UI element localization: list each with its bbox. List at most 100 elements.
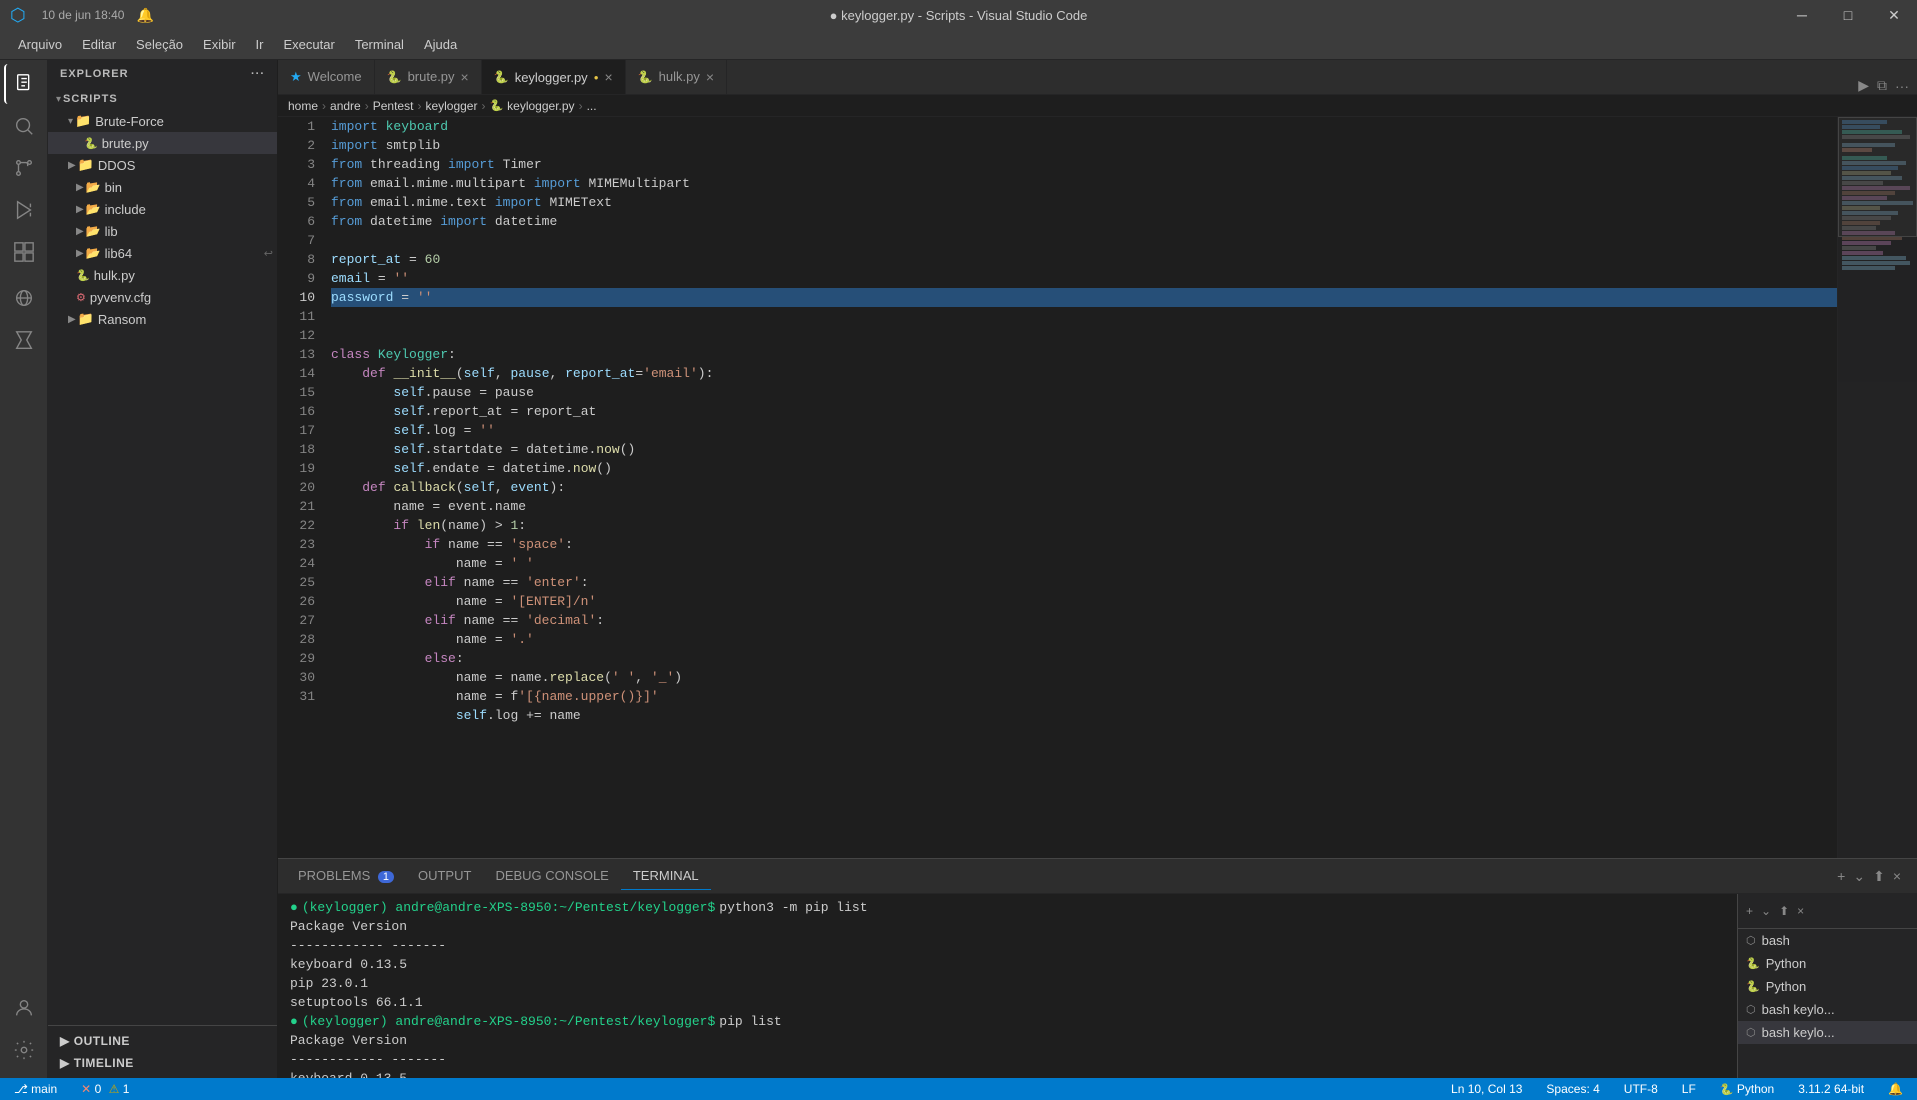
outline-section[interactable]: ▶ OUTLINE xyxy=(48,1030,277,1052)
sidebar-item-lib[interactable]: ▶ 📂 lib xyxy=(48,220,277,242)
terminal-entry-bash-keylo1[interactable]: ⬡ bash keylo... xyxy=(1738,998,1917,1021)
panel-right-icons: + ⌄ ⬆ × xyxy=(1746,904,1804,918)
code-editor[interactable]: import keyboard import smtplib from thre… xyxy=(323,117,1837,858)
sidebar-item-hulk-py[interactable]: 🐍 hulk.py xyxy=(48,264,277,286)
panel-more-icon[interactable]: ⌄ xyxy=(1853,868,1865,885)
panel-tab-problems[interactable]: PROBLEMS 1 xyxy=(286,862,406,890)
breadcrumb-ellipsis[interactable]: ... xyxy=(587,99,597,113)
lib64-arrow-right: ↩ xyxy=(264,247,273,260)
panel-right-close-icon[interactable]: × xyxy=(1797,904,1804,918)
term-cmd: python3 -m pip list xyxy=(719,898,867,917)
include-chevron: ▶ xyxy=(76,204,84,215)
panel-tab-output[interactable]: OUTPUT xyxy=(406,862,483,890)
panel-add-icon[interactable]: + xyxy=(1837,868,1845,884)
warning-icon: ⚠ xyxy=(109,1082,120,1096)
panel-close-icon[interactable]: × xyxy=(1893,868,1901,884)
timeline-section[interactable]: ▶ TIMELINE xyxy=(48,1052,277,1074)
breadcrumb-keylogger-folder[interactable]: keylogger xyxy=(425,99,477,113)
split-editor-icon[interactable]: ⧉ xyxy=(1877,77,1887,94)
terminal-line: keyboard 0.13.5 xyxy=(290,955,1725,974)
activitybar-run[interactable] xyxy=(4,190,44,230)
menu-go[interactable]: Ir xyxy=(248,33,272,56)
activitybar-bottom xyxy=(4,988,44,1078)
more-actions-icon[interactable]: ··· xyxy=(1895,78,1909,94)
close-button[interactable]: ✕ xyxy=(1871,0,1917,30)
brute-py-label: brute.py xyxy=(102,136,149,151)
terminal-entry-bash-keylo2[interactable]: ⬡ bash keylo... xyxy=(1738,1021,1917,1044)
status-python-version[interactable]: 3.11.2 64-bit xyxy=(1794,1082,1868,1096)
minimap xyxy=(1837,117,1917,858)
breadcrumb-home[interactable]: home xyxy=(288,99,318,113)
sidebar-item-lib64[interactable]: ▶ 📂 lib64 ↩ xyxy=(48,242,277,264)
terminal-entry-bash1[interactable]: ⬡ bash xyxy=(1738,929,1917,952)
sidebar-scripts-label[interactable]: ▾ SCRIPTS xyxy=(48,88,277,110)
status-spaces[interactable]: Spaces: 4 xyxy=(1542,1082,1603,1096)
activitybar-search[interactable] xyxy=(4,106,44,146)
status-branch[interactable]: ⎇ main xyxy=(10,1082,61,1096)
breadcrumb-pentest[interactable]: Pentest xyxy=(373,99,414,113)
activitybar-source-control[interactable] xyxy=(4,148,44,188)
status-language[interactable]: 🐍 Python xyxy=(1716,1082,1778,1096)
status-notifications-icon[interactable]: 🔔 xyxy=(1884,1082,1907,1096)
panel-tab-debug-console[interactable]: DEBUG CONSOLE xyxy=(483,862,620,890)
bash1-label: bash xyxy=(1762,933,1790,948)
breadcrumb-andre[interactable]: andre xyxy=(330,99,361,113)
maximize-button[interactable]: □ xyxy=(1825,0,1871,30)
sidebar-item-brute-force[interactable]: ▾ 📁 Brute-Force xyxy=(48,110,277,132)
tab-hulk-py-close[interactable]: × xyxy=(706,69,714,85)
tab-modified-dot: ● xyxy=(594,73,599,82)
terminal-entry-python1[interactable]: 🐍 Python xyxy=(1738,952,1917,975)
tab-brute-py-icon: 🐍 xyxy=(387,70,402,84)
panel-right-add-icon[interactable]: + xyxy=(1746,904,1753,918)
panel-right-more-icon[interactable]: ⌄ xyxy=(1761,904,1771,918)
tab-welcome[interactable]: ★ Welcome xyxy=(278,60,375,94)
minimize-button[interactable]: ─ xyxy=(1779,0,1825,30)
breadcrumb-keylogger-py[interactable]: keylogger.py xyxy=(507,99,574,113)
menu-terminal[interactable]: Terminal xyxy=(347,33,412,56)
sidebar: Explorer ··· ▾ SCRIPTS ▾ 📁 Brute-Force 🐍… xyxy=(48,60,278,1078)
python1-label: Python xyxy=(1766,956,1806,971)
menu-selection[interactable]: Seleção xyxy=(128,33,191,56)
terminal-entry-python2[interactable]: 🐍 Python xyxy=(1738,975,1917,998)
status-eol[interactable]: LF xyxy=(1678,1082,1700,1096)
tab-brute-py-close[interactable]: × xyxy=(461,69,469,85)
terminal-content[interactable]: ● (keylogger) andre@andre-XPS-8950:~/Pen… xyxy=(278,894,1737,1078)
panel-maximize-icon[interactable]: ⬆ xyxy=(1873,868,1885,885)
sidebar-item-include[interactable]: ▶ 📂 include xyxy=(48,198,277,220)
sidebar-item-pyvenv-cfg[interactable]: ⚙ pyvenv.cfg xyxy=(48,286,277,308)
panel-right-up-icon[interactable]: ⬆ xyxy=(1779,904,1789,918)
status-errors[interactable]: ✕ 0 ⚠ 1 xyxy=(77,1082,133,1096)
sidebar-item-ransom[interactable]: ▶ 📁 Ransom xyxy=(48,308,277,330)
activitybar-testing[interactable] xyxy=(4,320,44,360)
status-encoding[interactable]: UTF-8 xyxy=(1620,1082,1662,1096)
menu-run[interactable]: Executar xyxy=(276,33,343,56)
activitybar-extensions[interactable] xyxy=(4,232,44,272)
activitybar-account[interactable] xyxy=(4,988,44,1028)
panel-tab-terminal[interactable]: TERMINAL xyxy=(621,862,711,890)
activitybar-settings[interactable] xyxy=(4,1030,44,1070)
menu-view[interactable]: Exibir xyxy=(195,33,244,56)
status-position[interactable]: Ln 10, Col 13 xyxy=(1447,1082,1526,1096)
code-container[interactable]: 12345 6789 10 1112131415 1617181920 2122… xyxy=(278,117,1917,858)
line-numbers: 12345 6789 10 1112131415 1617181920 2122… xyxy=(278,117,323,858)
menu-help[interactable]: Ajuda xyxy=(416,33,465,56)
panel: PROBLEMS 1 OUTPUT DEBUG CONSOLE TERMINAL… xyxy=(278,858,1917,1078)
sidebar-item-ddos[interactable]: ▶ 📁 DDOS xyxy=(48,154,277,176)
tab-welcome-label: Welcome xyxy=(308,69,362,84)
activitybar-explorer[interactable] xyxy=(4,64,44,104)
tab-keylogger-py[interactable]: 🐍 keylogger.py ● × xyxy=(482,60,626,94)
tab-hulk-py[interactable]: 🐍 hulk.py × xyxy=(626,60,727,94)
menu-edit[interactable]: Editar xyxy=(74,33,124,56)
tab-brute-py[interactable]: 🐍 brute.py × xyxy=(375,60,482,94)
sidebar-more-icon[interactable]: ··· xyxy=(251,68,265,80)
menu-file[interactable]: Arquivo xyxy=(10,33,70,56)
activitybar-remote[interactable] xyxy=(4,278,44,318)
tab-keylogger-py-close[interactable]: × xyxy=(605,69,613,85)
breadcrumb: home › andre › Pentest › keylogger › 🐍 k… xyxy=(278,95,1917,117)
prompt-dot: ● xyxy=(290,1012,298,1031)
sidebar-item-bin[interactable]: ▶ 📂 bin xyxy=(48,176,277,198)
bash-keylo1-icon: ⬡ xyxy=(1746,1003,1756,1016)
run-icon[interactable]: ▶ xyxy=(1858,77,1869,94)
panel-tabs: PROBLEMS 1 OUTPUT DEBUG CONSOLE TERMINAL… xyxy=(278,859,1917,894)
sidebar-item-brute-py[interactable]: 🐍 brute.py xyxy=(48,132,277,154)
